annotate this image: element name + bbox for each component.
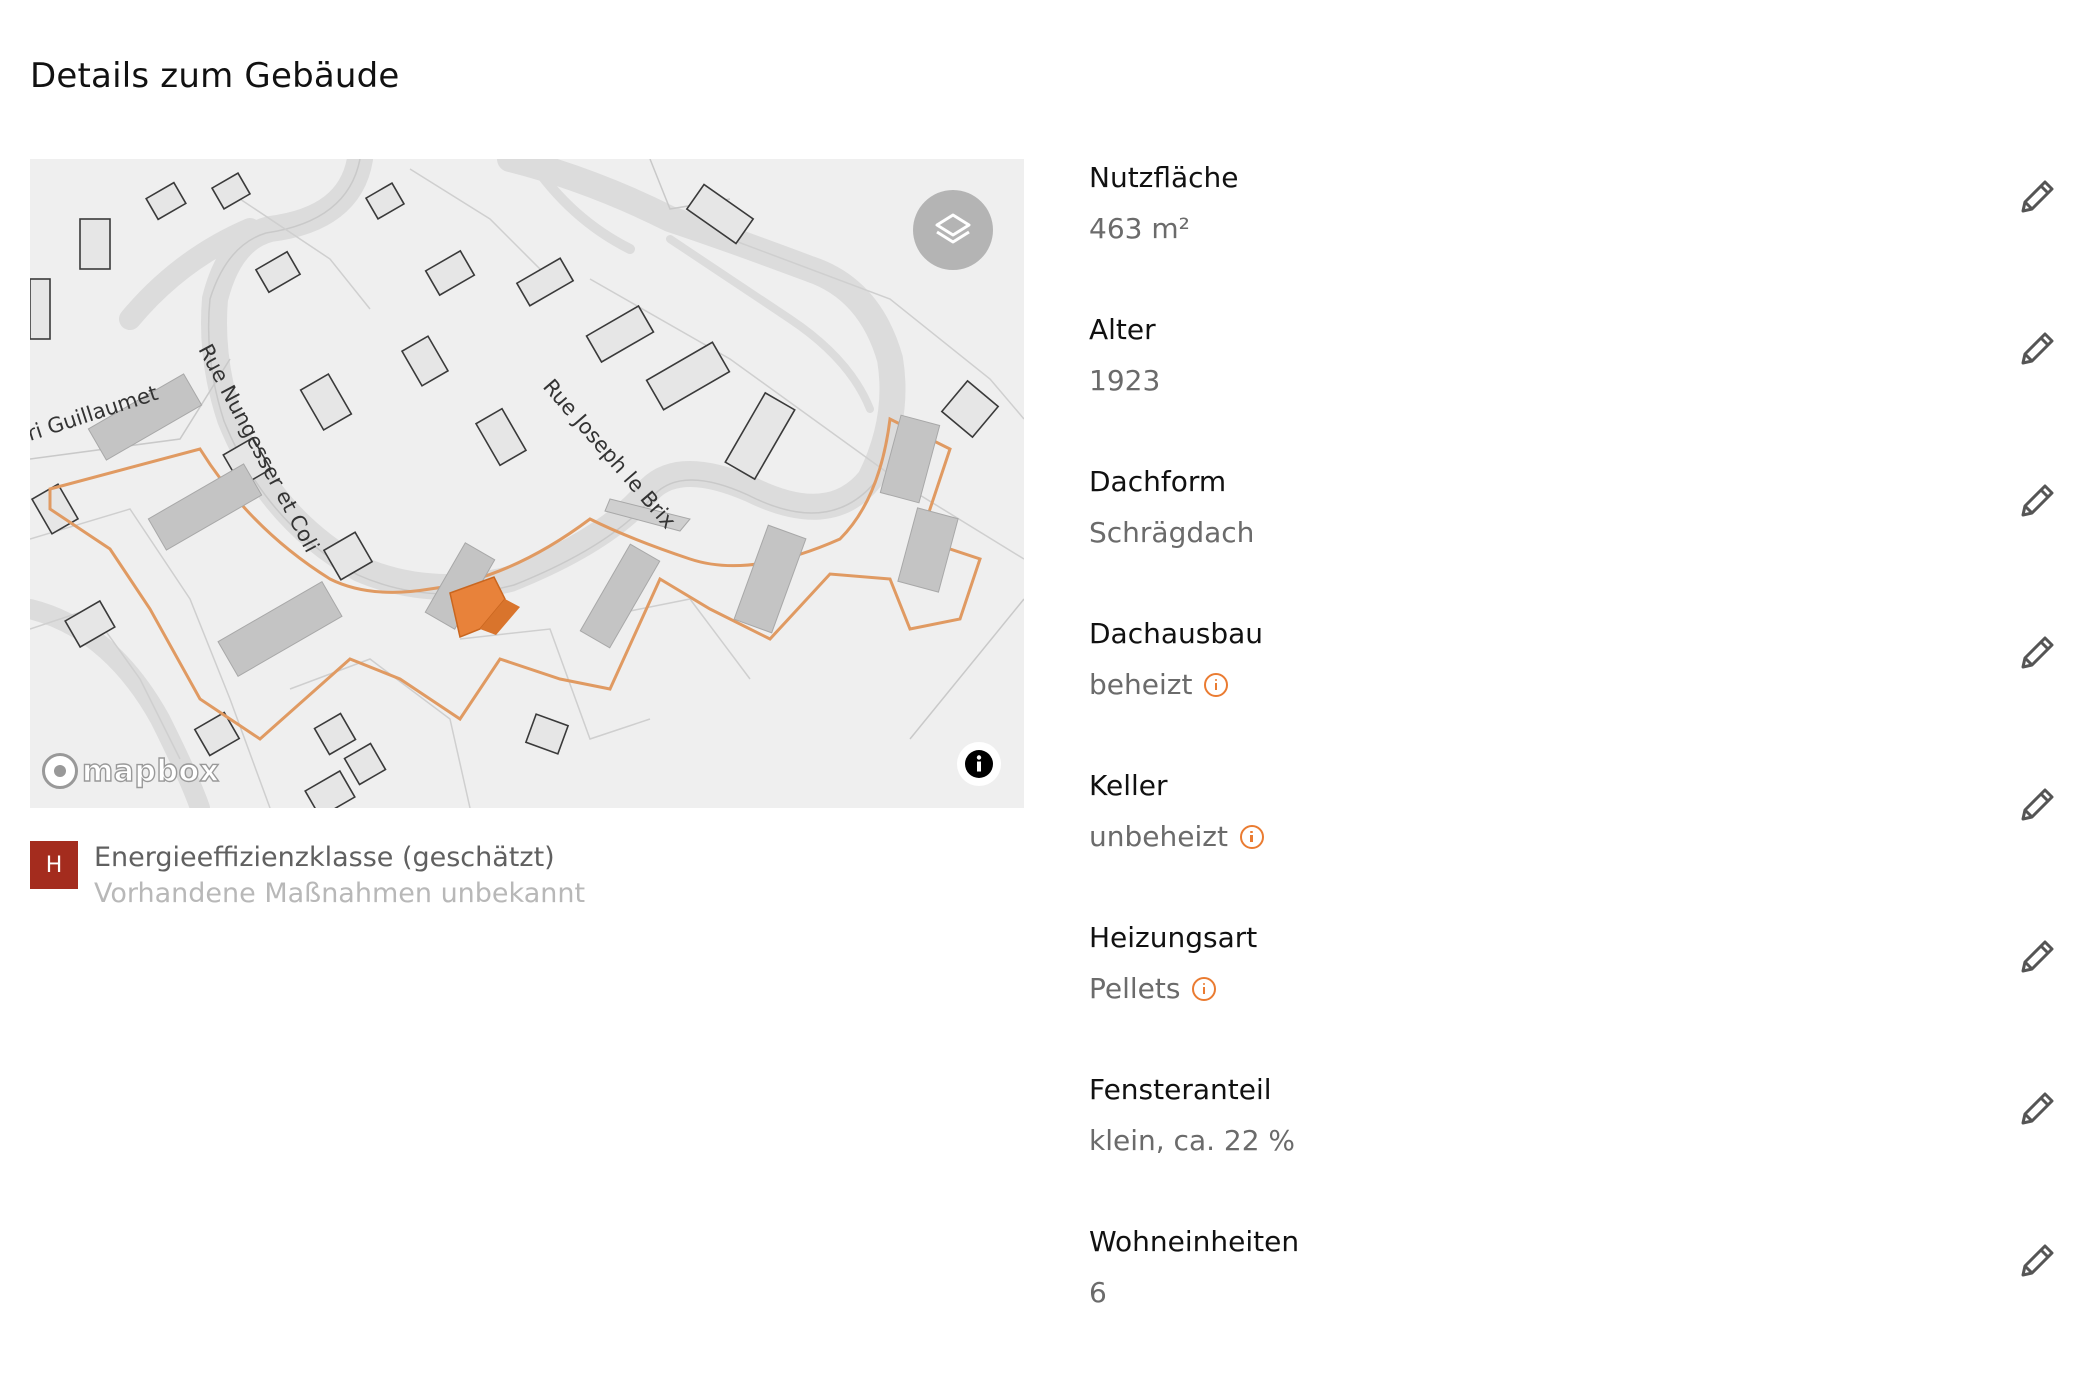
info-circle-icon[interactable] (1239, 824, 1264, 849)
building-map[interactable]: Rue Nungesser et Coli Rue Joseph le Brix… (30, 159, 1024, 808)
edit-pencil-icon[interactable] (2015, 1239, 2059, 1283)
edit-pencil-icon[interactable] (2015, 479, 2059, 523)
energy-class-label: Energieeffizienzklasse (geschätzt) (94, 842, 555, 873)
detail-row-wohneinheiten: Wohneinheiten 6 (1089, 1219, 2069, 1371)
detail-row-keller: Keller unbeheizt (1089, 763, 2069, 915)
mapbox-attribution: mapbox (81, 753, 220, 789)
edit-pencil-icon[interactable] (2015, 783, 2059, 827)
detail-row-fensteranteil: Fensteranteil klein, ca. 22 % (1089, 1067, 2069, 1219)
detail-row-dachausbau: Dachausbau beheizt (1089, 611, 2069, 763)
mapbox-logo[interactable]: mapbox (42, 753, 220, 789)
map-info-button[interactable] (957, 742, 1001, 786)
info-circle-icon[interactable] (1192, 976, 1217, 1001)
detail-label: Dachausbau (1089, 617, 1264, 650)
edit-pencil-icon[interactable] (2015, 327, 2059, 371)
energy-class-badge: H (30, 841, 78, 889)
detail-row-heizungsart: Heizungsart Pellets (1089, 915, 2069, 1067)
energy-class-note: Vorhandene Maßnahmen unbekannt (94, 878, 586, 909)
map-canvas[interactable]: Rue Nungesser et Coli Rue Joseph le Brix… (30, 159, 1024, 808)
page-title: Details zum Gebäude (30, 56, 400, 96)
info-icon (965, 750, 993, 778)
detail-value: beheizt (1089, 668, 1229, 701)
detail-value: klein, ca. 22 % (1089, 1124, 1296, 1157)
detail-label: Dachform (1089, 465, 1227, 498)
detail-value: 6 (1089, 1276, 1107, 1309)
energy-class-section: H Energieeffizienzklasse (geschätzt) Vor… (30, 841, 585, 912)
detail-row-dachform: Dachform Schrägdach (1089, 459, 2069, 611)
mapbox-logo-icon (42, 753, 78, 789)
detail-value: Schrägdach (1089, 516, 1255, 549)
edit-pencil-icon[interactable] (2015, 631, 2059, 675)
detail-value: Pellets (1089, 972, 1217, 1005)
detail-row-alter: Alter 1923 (1089, 307, 2069, 459)
detail-label: Keller (1089, 769, 1168, 802)
map-layers-button[interactable] (913, 190, 993, 270)
detail-label: Fensteranteil (1089, 1073, 1272, 1106)
detail-label: Wohneinheiten (1089, 1225, 1300, 1258)
edit-pencil-icon[interactable] (2015, 1087, 2059, 1131)
detail-label: Alter (1089, 313, 1156, 346)
layers-icon (935, 213, 971, 244)
detail-label: Heizungsart (1089, 921, 1258, 954)
edit-pencil-icon[interactable] (2015, 935, 2059, 979)
detail-row-nutzflaeche: Nutzfläche 463 m² (1089, 155, 2069, 307)
info-circle-icon[interactable] (1204, 672, 1229, 697)
detail-label: Nutzfläche (1089, 161, 1239, 194)
detail-value: unbeheizt (1089, 820, 1264, 853)
detail-value: 463 m² (1089, 212, 1190, 245)
edit-pencil-icon[interactable] (2015, 175, 2059, 219)
detail-value: 1923 (1089, 364, 1161, 397)
